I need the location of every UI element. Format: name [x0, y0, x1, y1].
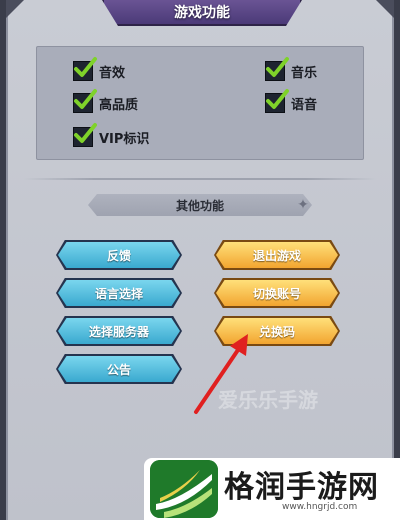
checkbox-checked-icon[interactable]	[73, 57, 97, 81]
server-select-button[interactable]: 选择服务器	[58, 318, 180, 344]
brand-name: 格润手游网	[224, 470, 379, 505]
sound-effects-toggle[interactable]: 音效	[73, 57, 126, 81]
switch-account-button[interactable]: 切换账号	[216, 280, 338, 306]
redeem-code-button-label: 兑换码	[258, 324, 295, 339]
voice-label: 语音	[291, 97, 318, 113]
exit-game-button-label: 退出游戏	[252, 248, 301, 263]
switch-account-button-label: 切换账号	[252, 286, 301, 301]
brand-url: www.hngrjd.com	[282, 502, 358, 512]
checkbox-checked-icon[interactable]	[73, 89, 97, 113]
high-quality-toggle[interactable]: 高品质	[73, 89, 139, 113]
feedback-button-label: 反馈	[106, 248, 131, 263]
music-label: 音乐	[291, 65, 318, 81]
language-select-button[interactable]: 语言选择	[58, 280, 180, 306]
announcement-button-label: 公告	[106, 362, 131, 377]
language-select-button-label: 语言选择	[94, 286, 143, 301]
server-select-button-label: 选择服务器	[88, 324, 149, 339]
voice-toggle[interactable]: 语音	[265, 89, 318, 113]
vip-badge-label: VIP标识	[99, 131, 150, 147]
exit-game-button[interactable]: 退出游戏	[216, 242, 338, 268]
checkbox-checked-icon[interactable]	[265, 89, 289, 113]
page-title: 游戏功能	[102, 0, 302, 26]
checkbox-checked-icon[interactable]	[265, 57, 289, 81]
section-header: 其他功能	[88, 194, 312, 216]
announcement-button[interactable]: 公告	[58, 356, 180, 382]
brand-logo-icon	[150, 460, 218, 518]
game-settings-box: 音效 音乐 高品质 语音 VIP标识	[36, 46, 364, 160]
vip-badge-toggle[interactable]: VIP标识	[73, 123, 150, 147]
checkbox-checked-icon[interactable]	[73, 123, 97, 147]
watermark: 爱乐乐手游	[218, 388, 318, 412]
sound-effects-label: 音效	[99, 65, 126, 81]
page-title-text: 游戏功能	[174, 5, 230, 21]
high-quality-label: 高品质	[99, 97, 139, 113]
divider	[24, 178, 376, 180]
music-toggle[interactable]: 音乐	[265, 57, 318, 81]
ornament-icon: ✦	[297, 197, 309, 213]
section-header-label: 其他功能	[175, 198, 224, 213]
feedback-button[interactable]: 反馈	[58, 242, 180, 268]
